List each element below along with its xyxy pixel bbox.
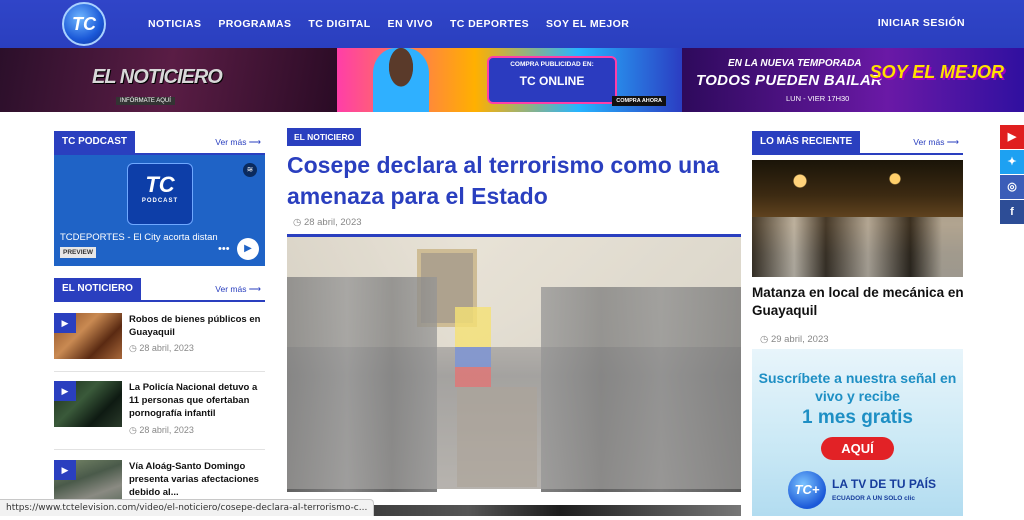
- twitter-icon[interactable]: ✦: [1000, 150, 1024, 174]
- more-options-icon[interactable]: •••: [218, 243, 230, 255]
- divider: [54, 371, 265, 372]
- date-text: 28 abril, 2023: [139, 343, 194, 353]
- banner-line2: TC ONLINE: [519, 74, 585, 88]
- nav-programas[interactable]: PROGRAMAS: [218, 18, 291, 30]
- news-title[interactable]: Robos de bienes públicos en Guayaquil: [129, 313, 269, 339]
- ver-mas-link[interactable]: Ver más ⟶: [913, 137, 959, 148]
- facebook-icon[interactable]: f: [1000, 200, 1024, 224]
- nav-noticias[interactable]: NOTICIAS: [148, 18, 201, 30]
- article-headline[interactable]: Cosepe declara al terrorismo como una am…: [287, 150, 737, 212]
- browser-status-url: https://www.tctelevision.com/video/el-no…: [0, 499, 375, 516]
- banner-line1: COMPRA PUBLICIDAD EN:: [510, 61, 594, 68]
- promo-subslogan: ECUADOR A UN SOLO clic: [832, 495, 915, 502]
- recent-news-image[interactable]: [752, 160, 963, 277]
- date-text: 28 abril, 2023: [303, 217, 362, 228]
- tc-plus-logo: TC+: [788, 471, 826, 509]
- section-title: EL NOTICIERO: [54, 278, 141, 300]
- podcast-episode-title: TCDEPORTES - El City acorta distan: [60, 232, 218, 243]
- podcast-logo-text: TC: [145, 172, 175, 197]
- banner-title: EL NOTICIERO: [92, 66, 223, 88]
- banner-box: COMPRA PUBLICIDAD EN: TC ONLINE: [487, 56, 617, 104]
- promo-aqui-button[interactable]: AQUÍ: [821, 437, 894, 460]
- tc-logo[interactable]: TC: [62, 2, 106, 46]
- date-text: 29 abril, 2023: [770, 334, 829, 345]
- login-link[interactable]: INICIAR SESIÓN: [878, 17, 965, 29]
- nav-en-vivo[interactable]: EN VIVO: [388, 18, 433, 30]
- recent-news-title[interactable]: Matanza en local de mecánica en Guayaqui…: [752, 284, 967, 320]
- news-date: ◷ 28 abril, 2023: [129, 425, 194, 435]
- banner-line2: TODOS PUEDEN BAILAR: [696, 72, 883, 89]
- instagram-icon[interactable]: ◎: [1000, 175, 1024, 199]
- spotify-icon[interactable]: ≋: [243, 163, 257, 177]
- banner-soy-el-mejor[interactable]: EN LA NUEVA TEMPORADA TODOS PUEDEN BAILA…: [682, 48, 1024, 112]
- play-icon[interactable]: ▶: [237, 238, 259, 260]
- youtube-icon[interactable]: ▶: [1000, 125, 1024, 149]
- recent-header: LO MÁS RECIENTE Ver más ⟶: [752, 131, 963, 155]
- play-icon: ▶: [54, 313, 76, 333]
- play-icon: ▶: [54, 381, 76, 401]
- nav-tc-digital[interactable]: TC DIGITAL: [308, 18, 370, 30]
- list-item[interactable]: ▶ La Policía Nacional detuvo a 11 person…: [54, 381, 265, 441]
- podcast-player[interactable]: TC PODCAST ≋ TCDEPORTES - El City acorta…: [54, 155, 265, 266]
- image-lights: [762, 170, 952, 192]
- banner-row: EL NOTICIERO INFÓRMATE AQUÍ COMPRA PUBLI…: [0, 48, 1024, 112]
- promo-slogan: LA TV DE TU PAÍS: [832, 477, 937, 491]
- preview-badge: PREVIEW: [60, 247, 96, 258]
- banner-el-noticiero[interactable]: EL NOTICIERO INFÓRMATE AQUÍ: [0, 48, 337, 112]
- list-item[interactable]: ▶ Robos de bienes públicos en Guayaquil …: [54, 313, 265, 373]
- banner-schedule: LUN - VIER 17H30: [786, 94, 850, 103]
- podcast-header: TC PODCAST Ver más ⟶: [54, 131, 265, 155]
- news-title[interactable]: La Policía Nacional detuvo a 11 personas…: [129, 381, 269, 420]
- noticiero-header: EL NOTICIERO Ver más ⟶: [54, 278, 265, 302]
- section-title: TC PODCAST: [54, 131, 135, 153]
- image-crowd: [752, 217, 963, 277]
- soy-el-mejor-logo: SOY EL MEJOR: [869, 62, 1004, 82]
- main-nav: NOTICIAS PROGRAMAS TC DIGITAL EN VIVO TC…: [148, 0, 646, 48]
- presenter-image: [373, 48, 429, 112]
- section-title: LO MÁS RECIENTE: [752, 131, 861, 153]
- promo-line2: 1 mes gratis: [802, 407, 913, 428]
- news-thumbnail[interactable]: ▶: [54, 381, 122, 427]
- category-tag[interactable]: EL NOTICIERO: [287, 128, 362, 146]
- image-overlay: [287, 237, 741, 489]
- article-date: ◷ 28 abril, 2023: [293, 217, 362, 228]
- banner-buy-button: COMPRA AHORA: [612, 96, 666, 106]
- date-text: 28 abril, 2023: [139, 425, 194, 435]
- banner-tc-online[interactable]: COMPRA PUBLICIDAD EN: TC ONLINE COMPRA A…: [337, 48, 682, 112]
- news-title[interactable]: Vía Aloág-Santo Domingo presenta varias …: [129, 460, 269, 499]
- subscribe-promo[interactable]: Suscríbete a nuestra señal en vivo y rec…: [752, 349, 963, 516]
- top-navbar: TC NOTICIAS PROGRAMAS TC DIGITAL EN VIVO…: [0, 0, 1024, 48]
- article-hero-image[interactable]: [287, 234, 741, 492]
- podcast-logo-sub: PODCAST: [141, 198, 179, 204]
- banner-cta: INFÓRMATE AQUÍ: [116, 97, 175, 105]
- news-thumbnail[interactable]: ▶: [54, 313, 122, 359]
- nav-tc-deportes[interactable]: TC DEPORTES: [450, 18, 529, 30]
- divider: [54, 449, 265, 450]
- podcast-logo: TC PODCAST: [127, 163, 193, 225]
- nav-soy-el-mejor[interactable]: SOY EL MEJOR: [546, 18, 629, 30]
- ver-mas-link[interactable]: Ver más ⟶: [215, 137, 261, 148]
- news-date: ◷ 28 abril, 2023: [129, 343, 194, 353]
- play-icon: ▶: [54, 460, 76, 480]
- social-links: ▶ ✦ ◎ f: [1000, 125, 1024, 225]
- promo-line1: Suscríbete a nuestra señal en vivo y rec…: [758, 370, 957, 404]
- banner-line1: EN LA NUEVA TEMPORADA: [728, 58, 862, 69]
- ver-mas-link[interactable]: Ver más ⟶: [215, 284, 261, 295]
- recent-news-date: ◷ 29 abril, 2023: [760, 334, 829, 345]
